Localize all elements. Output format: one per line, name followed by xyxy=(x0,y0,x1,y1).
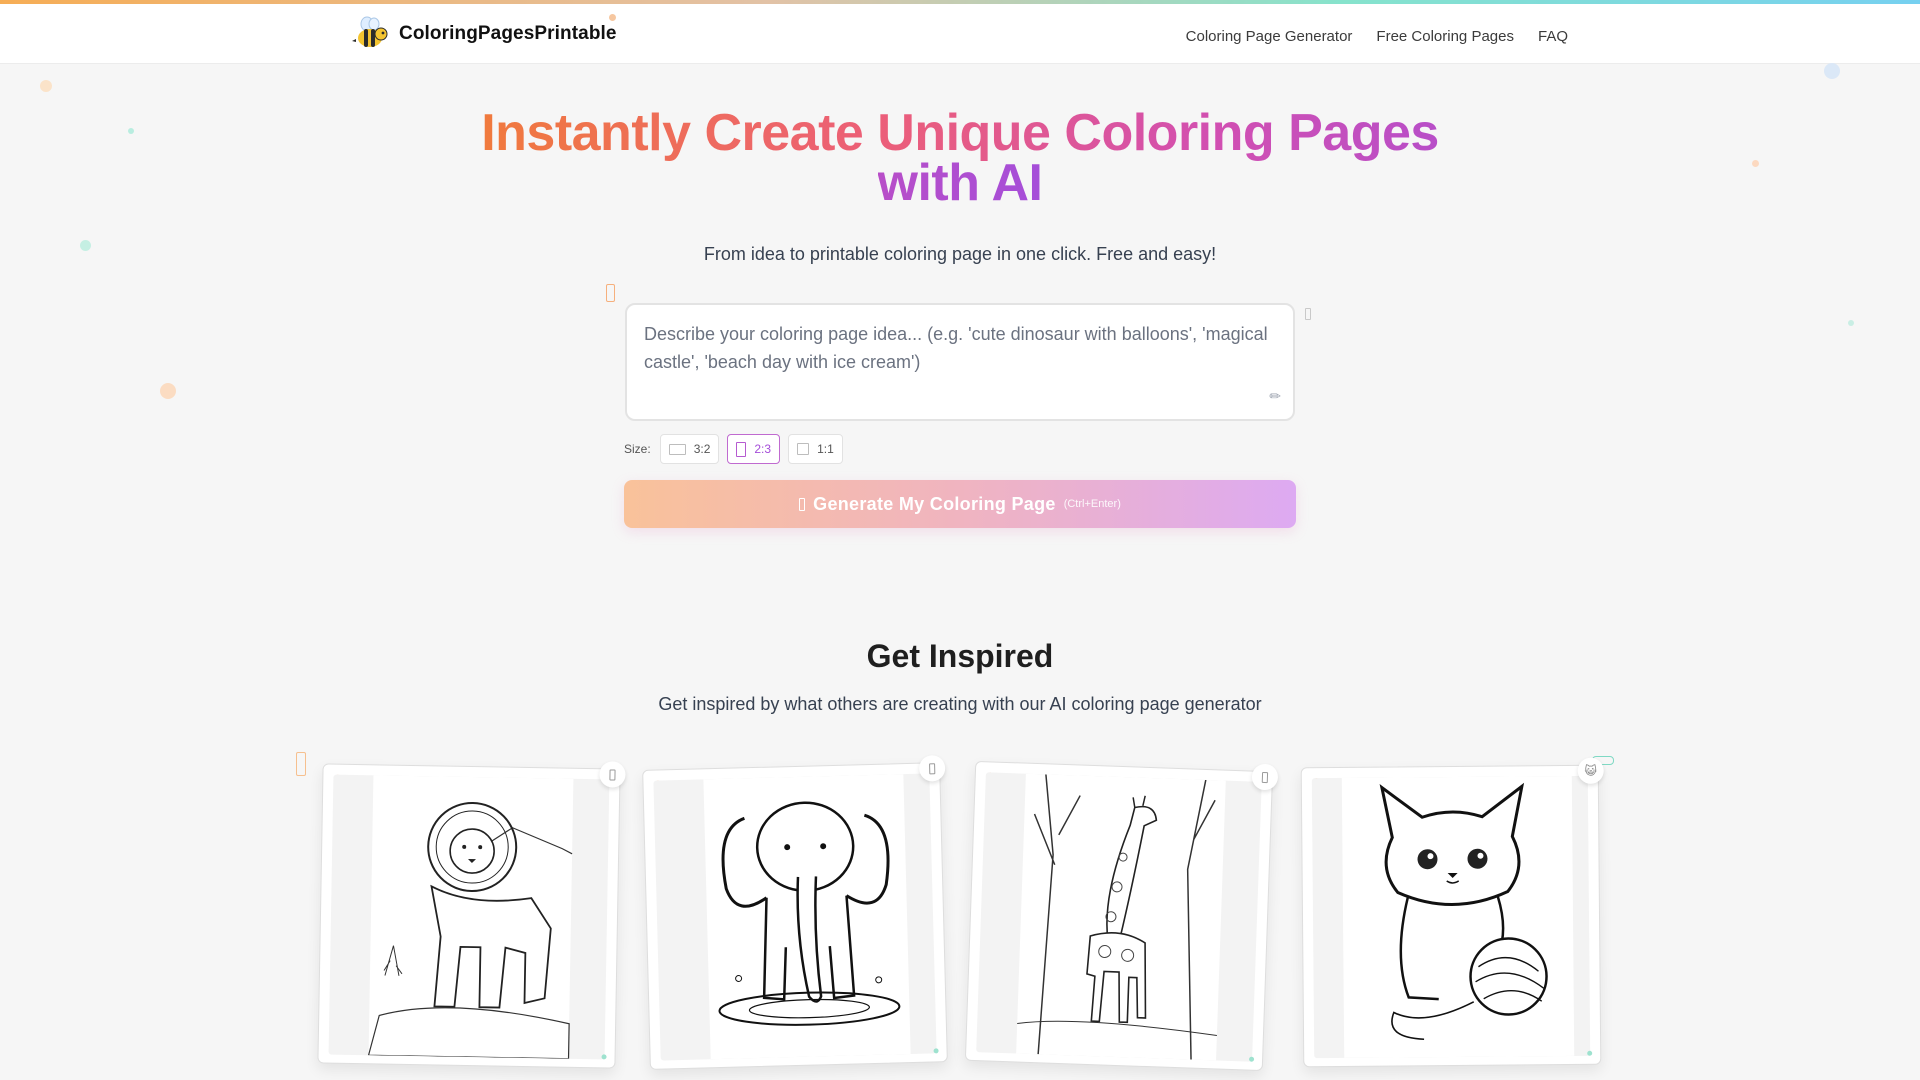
pencil-icon: ✏ xyxy=(1269,388,1281,404)
inspire-title: Get Inspired xyxy=(866,638,1054,674)
size-selector: Size: 3:2 2:3 1:1 xyxy=(624,434,843,464)
lion-coloring-image xyxy=(328,774,610,1060)
size-option-2-3[interactable]: 2:3 xyxy=(727,434,781,464)
decorative-dot xyxy=(1752,160,1759,167)
inspiration-card-giraffe[interactable] xyxy=(964,760,1279,1072)
decorative-dot xyxy=(40,80,52,92)
decorative-dot xyxy=(80,240,91,251)
generate-button-label: Generate My Coloring Page xyxy=(813,493,1056,514)
size-label: Size: xyxy=(624,442,651,456)
square-icon xyxy=(797,443,810,455)
pin-icon xyxy=(1251,763,1279,791)
main-nav: Coloring Page Generator Free Coloring Pa… xyxy=(1186,8,1568,64)
brand-logo-link[interactable]: ColoringPagesPrintable xyxy=(352,14,617,54)
size-option-label: 3:2 xyxy=(693,442,711,456)
size-option-3-2[interactable]: 3:2 xyxy=(659,434,720,464)
portrait-icon xyxy=(736,441,747,457)
prompt-box: ✏ xyxy=(625,303,1295,421)
generate-button[interactable]: Generate My Coloring Page (Ctrl+Enter) xyxy=(624,480,1296,528)
bee-icon xyxy=(352,15,390,53)
nav-faq[interactable]: FAQ xyxy=(1538,28,1568,45)
kitten-coloring-image xyxy=(1311,775,1591,1059)
decorative-dot xyxy=(1587,1050,1593,1056)
sparkle-icon xyxy=(799,497,806,511)
crayon-icon xyxy=(296,752,306,776)
elephant-coloring-image xyxy=(653,773,937,1061)
nav-coloring-page-generator[interactable]: Coloring Page Generator xyxy=(1186,28,1353,45)
size-option-label: 2:3 xyxy=(754,442,772,456)
sparkle-icon xyxy=(606,284,615,302)
decorative-dot xyxy=(128,128,134,134)
inspiration-card-elephant[interactable] xyxy=(642,755,948,1070)
hero-title: Instantly Create Unique Coloring Pages w… xyxy=(481,104,1439,212)
size-option-1-1[interactable]: 1:1 xyxy=(788,434,843,464)
decorative-dot xyxy=(1248,1056,1255,1062)
site-header: ColoringPagesPrintable Coloring Page Gen… xyxy=(0,4,1920,64)
decorative-dot xyxy=(1848,320,1854,326)
prompt-input[interactable] xyxy=(644,320,1276,406)
pin-icon xyxy=(599,761,626,788)
brand-name: ColoringPagesPrintable xyxy=(399,23,617,44)
decorative-dot xyxy=(609,14,616,21)
inspiration-card-kitten[interactable]: 😺 xyxy=(1300,757,1604,1068)
decorative-dot xyxy=(1824,63,1840,79)
nav-free-coloring-pages[interactable]: Free Coloring Pages xyxy=(1376,28,1514,45)
giraffe-coloring-image xyxy=(976,772,1262,1062)
decorative-dot xyxy=(160,383,176,399)
generate-shortcut-hint: (Ctrl+Enter) xyxy=(1063,498,1121,510)
hero-subtitle: From idea to printable coloring page in … xyxy=(703,244,1217,264)
decorative-dot xyxy=(601,1054,607,1060)
cat-face-icon: 😺 xyxy=(1577,757,1604,784)
sparkle-icon xyxy=(1305,308,1311,320)
decorative-dot xyxy=(933,1048,939,1054)
size-option-label: 1:1 xyxy=(817,442,834,456)
landscape-icon xyxy=(668,443,686,455)
inspire-subtitle: Get inspired by what others are creating… xyxy=(658,694,1262,714)
inspiration-card-lion[interactable] xyxy=(317,761,626,1069)
pin-icon xyxy=(918,755,946,782)
